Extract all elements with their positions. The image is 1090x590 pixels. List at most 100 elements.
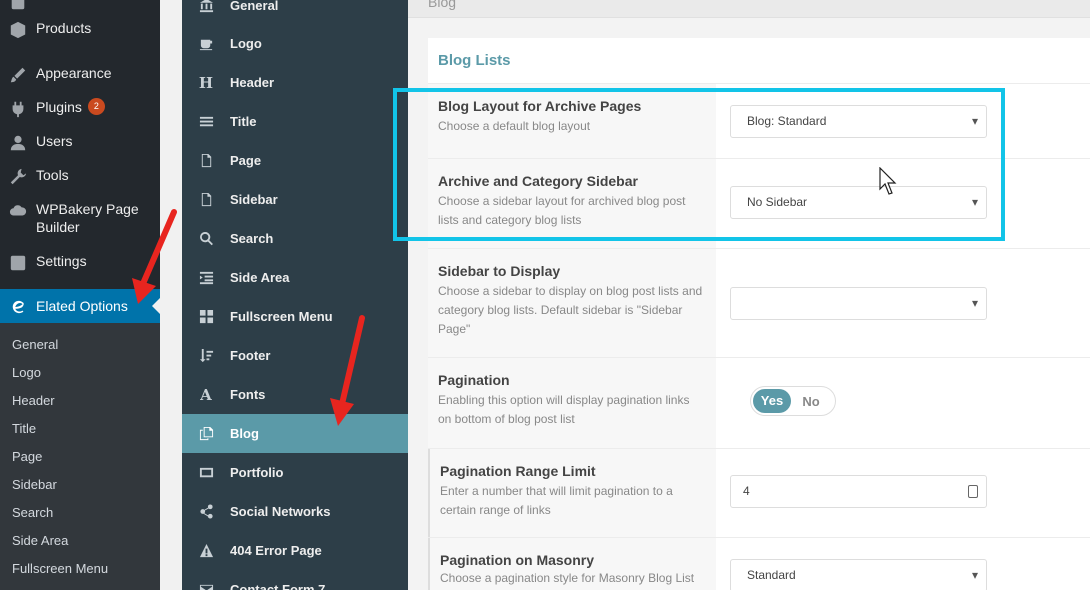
- opt-label: General: [230, 0, 279, 13]
- opt-label: Social Networks: [230, 504, 331, 519]
- opt-label: Header: [230, 75, 275, 90]
- opt-item-search[interactable]: Search: [182, 219, 408, 258]
- wp-menu-label: Products: [36, 20, 92, 36]
- option-label-col: Pagination on Masonry Choose a paginatio…: [428, 538, 716, 590]
- opt-item-side-area[interactable]: Side Area: [182, 258, 408, 297]
- pagination-toggle[interactable]: Yes No: [750, 386, 836, 416]
- option-label-col: Sidebar to Display Choose a sidebar to d…: [428, 249, 716, 357]
- wp-submenu-item[interactable]: Header: [12, 393, 55, 408]
- sidebar-to-display-select[interactable]: [730, 287, 987, 320]
- red-arrow-blog: [330, 315, 365, 426]
- opt-label: Search: [230, 231, 274, 246]
- grid-icon: [0, 0, 36, 12]
- wp-menu-tools[interactable]: Tools: [0, 166, 160, 186]
- option-row-pagination-masonry: Pagination on Masonry Choose a paginatio…: [428, 538, 1090, 590]
- wp-submenu-item[interactable]: Side Area: [12, 533, 68, 548]
- wp-submenu-item[interactable]: General: [12, 337, 58, 352]
- opt-label: Side Area: [230, 270, 290, 285]
- option-title: Pagination Range Limit: [440, 463, 596, 479]
- opt-label: Contact Form 7: [230, 582, 326, 590]
- option-title: Pagination: [438, 372, 510, 388]
- wp-submenu-item[interactable]: Sidebar: [12, 477, 57, 492]
- opt-label: Footer: [230, 348, 271, 363]
- box-icon: [0, 19, 36, 39]
- opt-item-header[interactable]: H Header: [182, 63, 408, 102]
- opt-item-sidebar[interactable]: Sidebar: [182, 180, 408, 219]
- option-row-sidebar-to-display: Sidebar to Display Choose a sidebar to d…: [428, 249, 1090, 357]
- opt-item-general[interactable]: General: [182, 0, 408, 25]
- file-outline-icon: [182, 192, 230, 207]
- plugins-update-badge: 2: [87, 98, 105, 115]
- opt-item-blog[interactable]: Blog: [182, 414, 408, 453]
- highlight-box: [393, 88, 1005, 241]
- opt-item-title[interactable]: Title: [182, 102, 408, 141]
- cloud-icon: [0, 200, 36, 220]
- plug-icon: [0, 98, 36, 118]
- wp-menu-label: Elated Options: [36, 298, 128, 314]
- opt-item-logo[interactable]: Logo: [182, 24, 408, 63]
- opt-item-fonts[interactable]: A Fonts: [182, 375, 408, 414]
- opt-label: Blog: [230, 426, 259, 441]
- portfolio-icon: [182, 465, 230, 480]
- user-icon: [0, 132, 36, 152]
- wp-menu-users[interactable]: Users: [0, 132, 160, 152]
- wp-submenu-item[interactable]: Fullscreen Menu: [12, 561, 108, 576]
- wp-submenu-item[interactable]: Title: [12, 421, 36, 436]
- option-row-pagination-range: Pagination Range Limit Enter a number th…: [428, 449, 1090, 537]
- cup-icon: [182, 36, 230, 51]
- opt-item-page[interactable]: Page: [182, 141, 408, 180]
- opt-item-contact-form-7[interactable]: Contact Form 7: [182, 570, 408, 590]
- option-title: Sidebar to Display: [438, 263, 561, 279]
- wp-submenu-item[interactable]: Search: [12, 505, 53, 520]
- option-label-col: Pagination Range Limit Enter a number th…: [428, 449, 716, 537]
- opt-item-fullscreen-menu[interactable]: Fullscreen Menu: [182, 297, 408, 336]
- wp-menu-label: Appearance: [36, 65, 112, 81]
- toggle-no[interactable]: No: [791, 394, 831, 409]
- panel-title: Blog Lists: [438, 52, 511, 69]
- wp-submenu-item[interactable]: Page: [12, 449, 42, 464]
- spinner-icon[interactable]: [968, 485, 978, 498]
- font-a-icon: A: [200, 385, 212, 404]
- search-icon: [182, 231, 230, 246]
- page-heading-bar: Blog: [408, 0, 1090, 18]
- option-desc: Choose a pagination style for Masonry Bl…: [440, 571, 695, 585]
- opt-label: Title: [230, 114, 257, 129]
- opt-item-portfolio[interactable]: Portfolio: [182, 453, 408, 492]
- red-arrow-left: [132, 209, 177, 304]
- wp-menu-item-hidden[interactable]: [0, 0, 160, 12]
- brush-icon: [0, 64, 36, 84]
- toggle-yes[interactable]: Yes: [753, 389, 791, 413]
- mouse-cursor-icon: [879, 167, 897, 195]
- indent-icon: [182, 270, 230, 285]
- pagination-masonry-select[interactable]: Standard: [730, 559, 987, 590]
- opt-label: Fonts: [230, 387, 266, 402]
- warning-icon: [182, 543, 230, 558]
- opt-label: 404 Error Page: [230, 543, 322, 558]
- elated-e-icon: [0, 296, 36, 316]
- opt-item-footer[interactable]: Footer: [182, 336, 408, 375]
- page-heading: Blog: [428, 0, 457, 10]
- wp-menu-label: Plugins: [36, 99, 82, 115]
- list-icon: [182, 114, 230, 129]
- pagination-range-input[interactable]: 4: [730, 475, 987, 508]
- wp-submenu: General Logo Header Title Page Sidebar S…: [0, 323, 160, 590]
- sort-icon: [182, 348, 230, 363]
- option-title: Pagination on Masonry: [440, 552, 595, 568]
- opt-label: Page: [230, 153, 262, 168]
- wp-menu-plugins[interactable]: Plugins 2: [0, 98, 160, 118]
- wp-menu-appearance[interactable]: Appearance: [0, 64, 160, 84]
- option-desc: Choose a sidebar to display on blog post…: [438, 284, 703, 336]
- wp-menu-products[interactable]: Products: [0, 19, 160, 39]
- option-label-col: Pagination Enabling this option will dis…: [428, 358, 716, 448]
- bank-icon: [182, 0, 230, 13]
- file-icon: [182, 153, 230, 168]
- opt-item-404-error-page[interactable]: 404 Error Page: [182, 531, 408, 570]
- opt-label: Portfolio: [230, 465, 284, 480]
- wrench-icon: [0, 166, 36, 186]
- opt-label: Fullscreen Menu: [230, 309, 333, 324]
- wp-submenu-item[interactable]: Logo: [12, 365, 41, 380]
- wp-menu-label: Users: [36, 133, 73, 149]
- input-value: 4: [743, 484, 750, 498]
- opt-item-social-networks[interactable]: Social Networks: [182, 492, 408, 531]
- option-row-pagination: Pagination Enabling this option will dis…: [428, 358, 1090, 448]
